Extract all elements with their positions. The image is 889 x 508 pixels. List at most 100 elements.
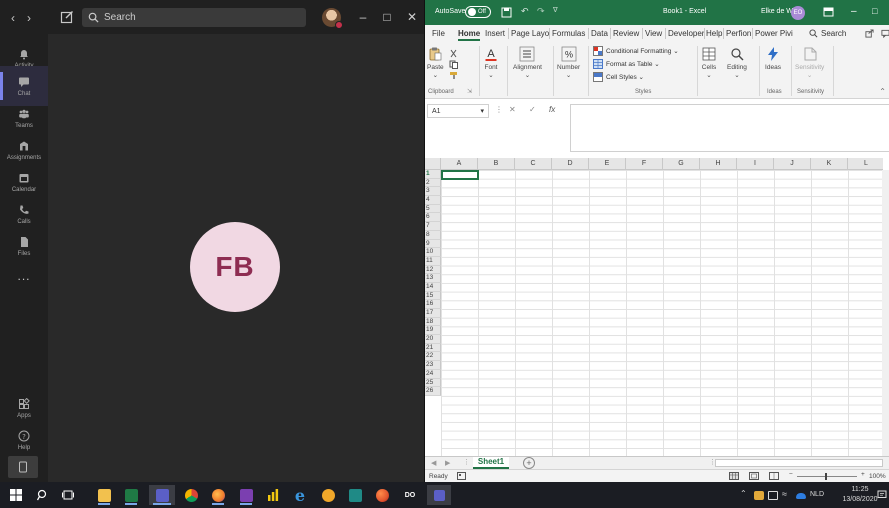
cut-icon[interactable]: [449, 49, 458, 58]
row-header[interactable]: 15: [425, 291, 441, 301]
comment-icon[interactable]: [881, 29, 889, 38]
teams-search-box[interactable]: Search: [82, 8, 306, 27]
user-avatar[interactable]: EO: [791, 6, 805, 20]
row-header[interactable]: 25: [425, 378, 441, 388]
paste-button[interactable]: Paste ⌄: [427, 46, 444, 79]
zoom-level[interactable]: 100%: [869, 473, 886, 480]
name-box[interactable]: A1 ▾: [427, 104, 489, 118]
row-header[interactable]: 19: [425, 326, 441, 336]
page-break-view-icon[interactable]: [769, 472, 779, 480]
tab-help[interactable]: Help: [706, 29, 722, 38]
tab-insert[interactable]: Insert: [485, 29, 505, 38]
row-header[interactable]: 21: [425, 343, 441, 353]
tab-data[interactable]: Data: [591, 29, 608, 38]
taskbar-chrome[interactable]: [181, 485, 201, 505]
notifications-icon[interactable]: [877, 490, 887, 500]
format-painter-icon[interactable]: [449, 71, 459, 80]
compose-icon[interactable]: [60, 10, 74, 24]
row-header[interactable]: 23: [425, 361, 441, 370]
search-label[interactable]: Search: [821, 29, 846, 38]
collapse-ribbon-icon[interactable]: ⌃: [879, 87, 886, 96]
taskbar-browser[interactable]: [372, 485, 392, 505]
rail-more-button[interactable]: ...: [0, 256, 48, 296]
input-language[interactable]: NLD: [810, 491, 824, 498]
tab-home[interactable]: Home: [458, 29, 481, 41]
select-all-corner[interactable]: [425, 158, 441, 170]
maximize-icon[interactable]: □: [379, 10, 395, 24]
zoom-in-icon[interactable]: +: [861, 471, 865, 478]
customize-toolbar-icon[interactable]: ∇: [553, 6, 558, 14]
dialog-launcher-icon[interactable]: ⇲: [467, 88, 472, 95]
show-hidden-icons-icon[interactable]: ⌃: [740, 489, 750, 498]
row-header[interactable]: 12: [425, 265, 441, 275]
column-header[interactable]: B: [478, 158, 515, 170]
insert-function-icon[interactable]: fx: [549, 105, 555, 114]
copy-icon[interactable]: [449, 60, 459, 69]
row-header[interactable]: 3: [425, 187, 441, 197]
horizontal-scrollbar[interactable]: [715, 459, 883, 467]
zoom-slider-thumb[interactable]: [825, 473, 827, 480]
macro-record-icon[interactable]: [457, 472, 466, 480]
taskbar-teams-small[interactable]: [427, 485, 451, 505]
save-icon[interactable]: [501, 7, 512, 18]
active-cell-a1[interactable]: [441, 170, 479, 180]
tab-power-pivot[interactable]: Power Pivi: [755, 29, 793, 38]
taskbar-edge[interactable]: e: [290, 485, 310, 505]
tab-formulas[interactable]: Formulas: [552, 29, 585, 38]
cells-button[interactable]: Cells ⌄: [701, 46, 717, 79]
tab-file[interactable]: File: [432, 29, 445, 38]
vertical-scrollbar[interactable]: [882, 170, 889, 456]
taskbar-sway[interactable]: [345, 485, 365, 505]
onedrive-icon[interactable]: [796, 493, 806, 499]
column-header[interactable]: L: [848, 158, 883, 170]
tab-developer[interactable]: Developer: [668, 29, 704, 38]
font-button[interactable]: A Font ⌄: [483, 46, 499, 79]
column-header[interactable]: C: [515, 158, 552, 170]
cell-styles-button[interactable]: Cell Styles ⌄: [593, 72, 644, 82]
battery-icon[interactable]: [768, 491, 778, 500]
row-header[interactable]: 11: [425, 256, 441, 266]
row-header[interactable]: 18: [425, 317, 441, 327]
ideas-button[interactable]: Ideas: [765, 46, 781, 71]
add-sheet-button[interactable]: +: [523, 457, 535, 469]
taskbar-onenote[interactable]: [236, 485, 256, 505]
tab-page-layout[interactable]: Page Layo: [511, 29, 549, 38]
maximize-icon[interactable]: □: [872, 6, 877, 16]
autosave-toggle[interactable]: Off: [465, 6, 491, 18]
column-header[interactable]: E: [589, 158, 626, 170]
format-as-table-button[interactable]: Format as Table ⌄: [593, 59, 660, 69]
row-header[interactable]: 4: [425, 196, 441, 205]
network-lock-icon[interactable]: [754, 491, 764, 500]
number-button[interactable]: % Number ⌄: [557, 46, 580, 79]
device-button[interactable]: [8, 456, 38, 478]
taskbar-power-bi[interactable]: [263, 485, 283, 505]
taskbar-firefox[interactable]: [208, 485, 228, 505]
row-header[interactable]: 5: [425, 204, 441, 214]
alignment-button[interactable]: Alignment ⌄: [513, 46, 542, 79]
editing-button[interactable]: Editing ⌄: [727, 46, 747, 79]
taskbar-excel[interactable]: [121, 485, 141, 505]
back-arrow-icon[interactable]: ‹: [6, 11, 20, 25]
taskbar-cloud-app[interactable]: [318, 485, 338, 505]
row-header[interactable]: 7: [425, 222, 441, 231]
rail-item-help[interactable]: ? Help: [0, 420, 48, 460]
taskbar-teams[interactable]: [149, 485, 175, 505]
forward-arrow-icon[interactable]: ›: [22, 11, 36, 25]
row-header[interactable]: 20: [425, 335, 441, 344]
column-header[interactable]: F: [626, 158, 663, 170]
taskbar-file-explorer[interactable]: [94, 485, 114, 505]
cell-area[interactable]: [441, 170, 883, 456]
page-layout-view-icon[interactable]: [749, 472, 759, 480]
row-header[interactable]: 6: [425, 213, 441, 223]
user-avatar[interactable]: [322, 8, 343, 29]
ribbon-display-options-icon[interactable]: [823, 7, 834, 17]
zoom-slider-track[interactable]: [797, 476, 857, 477]
column-header[interactable]: J: [774, 158, 811, 170]
row-header[interactable]: 10: [425, 248, 441, 257]
column-header[interactable]: D: [552, 158, 589, 170]
normal-view-icon[interactable]: [729, 472, 739, 480]
column-header[interactable]: G: [663, 158, 700, 170]
row-header[interactable]: 26: [425, 387, 441, 396]
row-header[interactable]: 22: [425, 352, 441, 362]
row-header[interactable]: 17: [425, 309, 441, 318]
